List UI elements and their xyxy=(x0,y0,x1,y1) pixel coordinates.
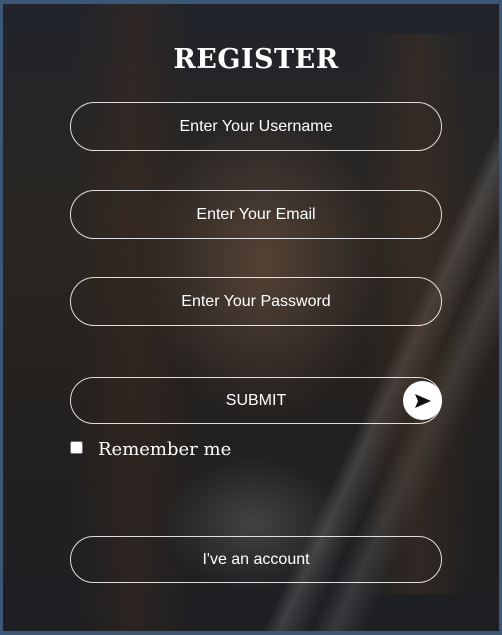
username-input[interactable] xyxy=(70,102,442,151)
remember-me-checkbox[interactable] xyxy=(70,441,83,454)
remember-me-label: Remember me xyxy=(98,439,232,460)
register-card: REGISTER SUBMIT Remember me I've an acco… xyxy=(3,4,499,631)
submit-button[interactable]: SUBMIT xyxy=(70,377,442,424)
password-input[interactable] xyxy=(70,277,442,326)
email-input[interactable] xyxy=(70,190,442,239)
page-title: REGISTER xyxy=(173,44,339,75)
have-account-button[interactable]: I've an account xyxy=(70,536,442,583)
send-button[interactable] xyxy=(403,381,442,420)
send-arrow-icon xyxy=(414,393,431,408)
remember-me-row: Remember me xyxy=(70,437,232,460)
